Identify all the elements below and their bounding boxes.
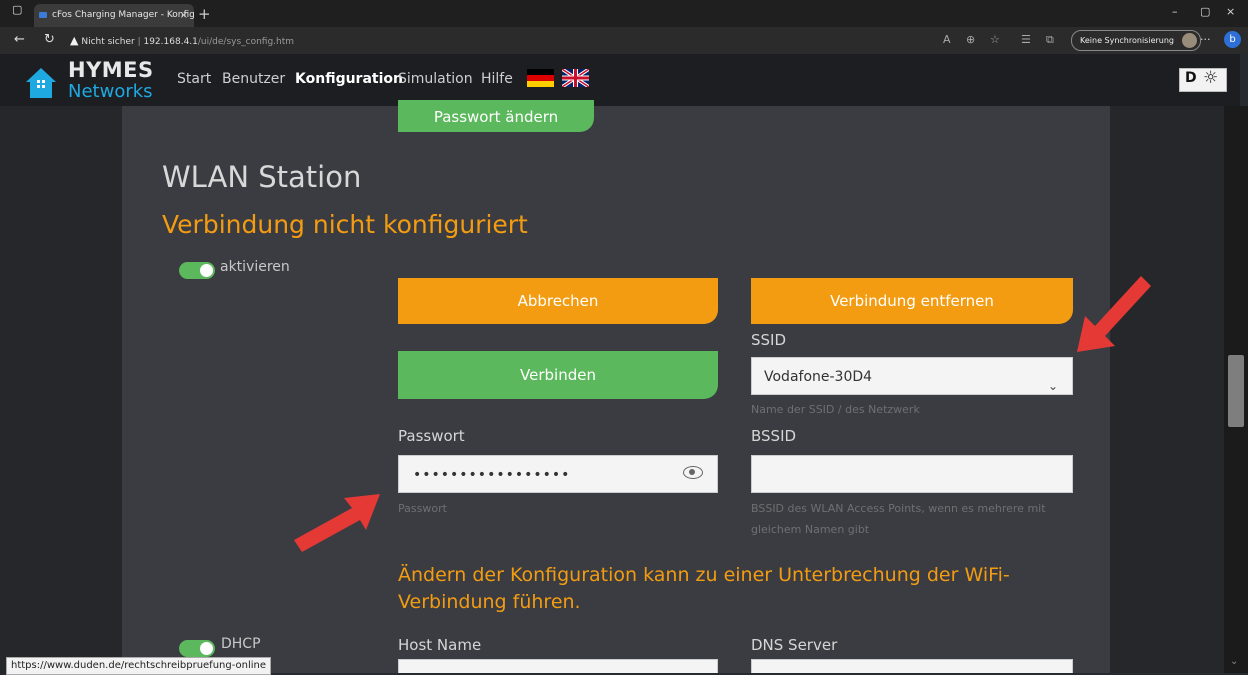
dns-server-label: DNS Server	[751, 636, 838, 654]
browser-chrome: ▢ cFos Charging Manager - Konfig × + – ▢…	[0, 0, 1248, 54]
scrollbar-thumb[interactable]	[1228, 355, 1244, 427]
ssid-value: Vodafone-30D4	[764, 369, 873, 385]
nav-benutzer[interactable]: Benutzer	[222, 71, 285, 87]
password-label: Passwort	[398, 427, 465, 445]
favorites-list-icon[interactable]: ☰	[1021, 33, 1031, 46]
annotation-arrow-icon	[294, 494, 380, 552]
remove-connection-label: Verbindung entfernen	[830, 292, 994, 310]
password-field[interactable]: •••••••••••••••••	[398, 455, 718, 493]
ssid-hint: Name der SSID / des Netzwerk	[751, 403, 920, 416]
url-host: 192.168.4.1	[143, 37, 198, 47]
connection-status: Verbindung nicht konfiguriert	[162, 210, 528, 239]
host-name-field[interactable]	[398, 659, 718, 673]
connect-button[interactable]: Verbinden	[398, 351, 718, 399]
change-password-label: Passwort ändern	[433, 108, 559, 126]
zoom-icon[interactable]: ⊕	[966, 33, 975, 46]
password-value: •••••••••••••••••	[413, 467, 571, 483]
cancel-label: Abbrechen	[517, 292, 599, 310]
section-title: WLAN Station	[162, 160, 362, 194]
url-path: /ui/de/sys_config.htm	[197, 37, 295, 47]
bssid-label: BSSID	[751, 427, 797, 445]
cancel-button[interactable]: Abbrechen	[398, 278, 718, 324]
chevron-down-icon[interactable]: ⌄	[1048, 367, 1058, 405]
security-label: Nicht sicher	[81, 37, 135, 47]
back-icon[interactable]: ←	[14, 32, 25, 47]
logo-subtitle: Networks	[68, 81, 153, 102]
show-password-icon[interactable]	[683, 466, 703, 479]
collections-icon[interactable]: ⧉	[1046, 33, 1054, 47]
dark-mode-icon[interactable]: D	[1185, 70, 1197, 86]
browser-tab[interactable]: cFos Charging Manager - Konfig ×	[34, 4, 194, 27]
restore-icon[interactable]: ▢	[1200, 5, 1210, 18]
enable-label: aktivieren	[220, 259, 290, 275]
ssid-select[interactable]: Vodafone-30D4 ⌄	[751, 357, 1073, 395]
tab-strip: ▢ cFos Charging Manager - Konfig × + – ▢…	[0, 0, 1248, 27]
address-row: ← ↻ ▲ Nicht sicher | 192.168.4.1/ui/de/s…	[0, 27, 1248, 54]
light-mode-icon[interactable]: ☼	[1203, 68, 1218, 88]
tab-actions-icon[interactable]: ▢	[12, 3, 22, 16]
connect-label: Verbinden	[520, 366, 596, 384]
warning-icon: ▲	[70, 34, 79, 47]
enable-toggle[interactable]	[179, 262, 215, 279]
host-name-label: Host Name	[398, 636, 482, 654]
bing-icon[interactable]: b	[1224, 31, 1241, 48]
nav-simulation[interactable]: Simulation	[398, 71, 473, 87]
more-icon[interactable]: ···	[1200, 33, 1211, 46]
logo-brand[interactable]: HYMES	[68, 58, 154, 82]
remove-connection-button[interactable]: Verbindung entfernen	[751, 278, 1073, 324]
scroll-down-icon[interactable]: ⌄	[1230, 656, 1238, 667]
avatar	[1182, 33, 1197, 48]
nav-hilfe[interactable]: Hilfe	[481, 71, 513, 87]
nav-start[interactable]: Start	[177, 71, 211, 87]
annotation-arrow-icon	[1077, 276, 1151, 352]
theme-toggle[interactable]: D ☼	[1179, 68, 1227, 92]
config-warning: Ändern der Konfiguration kann zu einer U…	[398, 564, 1010, 613]
status-bar-url: https://www.duden.de/rechtschreibpruefun…	[6, 657, 272, 675]
uk-flag-icon[interactable]	[562, 69, 589, 87]
new-tab-icon[interactable]: +	[198, 4, 211, 24]
reload-icon[interactable]: ↻	[44, 32, 55, 47]
change-password-button[interactable]: Passwort ändern	[398, 100, 594, 132]
site-header: HYMES Networks Start Benutzer Konfigurat…	[0, 54, 1240, 106]
tab-close-icon[interactable]: ×	[180, 4, 188, 27]
house-logo-icon	[26, 68, 56, 98]
address-bar[interactable]: ▲ Nicht sicher | 192.168.4.1/ui/de/sys_c…	[70, 31, 930, 50]
bssid-hint: BSSID des WLAN Access Points, wenn es me…	[751, 502, 1046, 536]
sync-button[interactable]: Keine Synchronisierung	[1071, 30, 1201, 51]
dhcp-toggle[interactable]	[179, 640, 215, 657]
favicon-icon	[39, 12, 47, 18]
minimize-icon[interactable]: –	[1172, 5, 1178, 18]
ssid-label: SSID	[751, 331, 787, 349]
nav-konfiguration[interactable]: Konfiguration	[295, 71, 403, 87]
german-flag-icon[interactable]	[527, 69, 554, 87]
bssid-field[interactable]	[751, 455, 1073, 493]
tab-title: cFos Charging Manager - Konfig	[52, 10, 194, 20]
dhcp-label: DHCP	[221, 636, 261, 652]
close-window-icon[interactable]: ×	[1226, 5, 1235, 18]
read-aloud-icon[interactable]: A	[943, 33, 951, 46]
password-hint: Passwort	[398, 502, 447, 515]
dns-server-field[interactable]	[751, 659, 1073, 673]
favorite-icon[interactable]: ☆	[990, 33, 1000, 46]
sync-label: Keine Synchronisierung	[1080, 36, 1174, 45]
